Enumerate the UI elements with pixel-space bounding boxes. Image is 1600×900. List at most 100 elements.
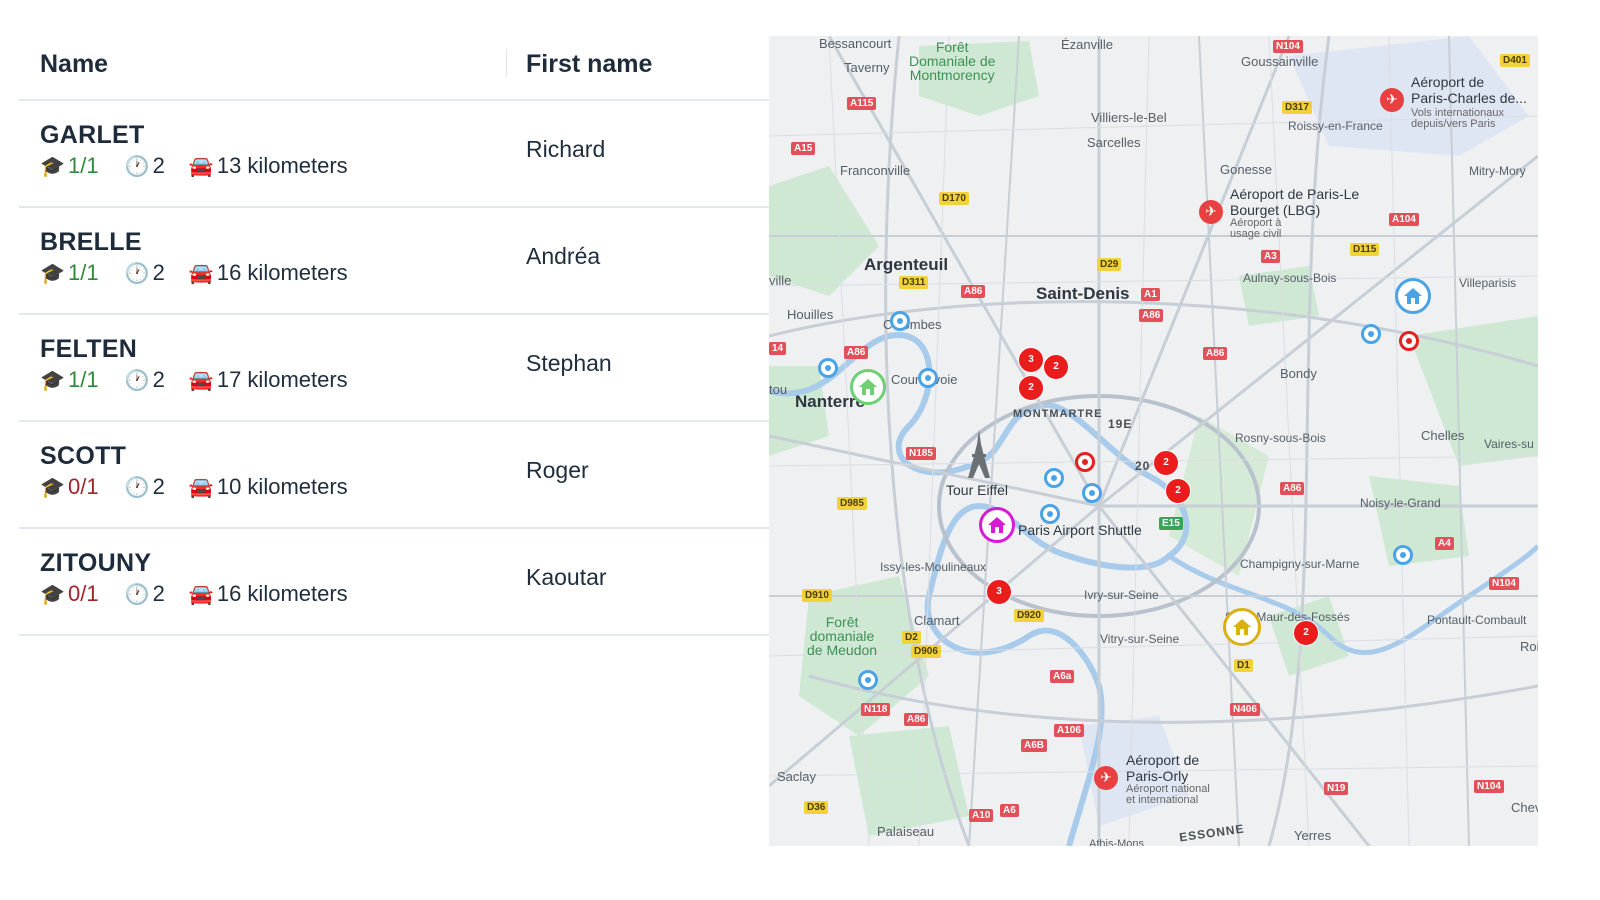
destination-marker[interactable] [1075,452,1095,472]
place-label: ville [769,273,792,288]
distance-value: 13 kilometers [216,153,348,178]
road-shield: D1 [1234,659,1253,672]
table-row[interactable]: ZITOUNY 🎓 0/1 🕐 2 🚘 16 kilometers Kaouta… [19,529,777,636]
road-shield: A86 [1280,482,1305,495]
place-label: Vaires-su [1484,437,1534,451]
clock-icon: 🕐 [124,261,150,285]
home-icon [1233,619,1251,635]
graduation-cap-icon: 🎓 [40,582,65,606]
place-label: Noisy-le-Grand [1360,496,1441,510]
poi-label: Aéroport de Paris-Orly [1126,752,1200,784]
student-marker[interactable] [1361,324,1381,344]
grade-value: 1/1 [68,367,99,392]
column-header-name[interactable]: Name [40,50,108,79]
car-icon: 🚘 [188,261,214,285]
first-name: Roger [526,457,589,483]
road-shield: A86 [1139,309,1164,322]
road-shield: N104 [1273,40,1303,53]
place-label: Mitry-Mory [1469,164,1526,178]
distance-value: 17 kilometers [216,367,348,392]
place-label: Villeparisis [1459,276,1517,290]
student-marker[interactable] [818,358,838,378]
eiffel-tower-icon [968,430,990,478]
poi-sublabel: Vols internationaux depuis/vers Paris [1411,107,1504,130]
table-row[interactable]: BRELLE 🎓 1/1 🕐 2 🚘 16 kilometers Andréa [19,208,777,315]
road-shield: N118 [861,703,891,716]
road-shield: A104 [1389,213,1419,226]
cluster-marker[interactable]: 2 [1293,620,1319,646]
student-marker[interactable] [1082,483,1102,503]
home-icon [859,379,877,395]
wait-value: 2 [152,581,165,606]
place-label: Ézanville [1061,37,1114,52]
cluster-marker[interactable]: 2 [1018,375,1044,401]
forest-label: Forêt Domaniale de Montmorency [909,39,996,83]
road-shield: A86 [904,713,929,726]
cluster-marker[interactable]: 3 [986,579,1012,605]
place-label: Sarcelles [1087,135,1141,150]
forest-label: Forêt domaniale de Meudon [807,614,878,658]
poi-label: Paris Airport Shuttle [1018,522,1142,538]
airport-icon[interactable]: ✈ [1094,766,1118,790]
first-name: Kaoutar [526,564,607,590]
student-marker[interactable] [1044,468,1064,488]
road-shield: A86 [961,285,986,298]
home-marker-green[interactable] [850,369,886,405]
student-marker[interactable] [858,670,878,690]
student-marker[interactable] [890,311,910,331]
road-shield: A6 [1000,804,1019,817]
place-label: Saclay [777,769,817,784]
grade-value: 1/1 [68,260,99,285]
place-label: Gonesse [1220,162,1273,177]
destination-marker[interactable] [1399,331,1419,351]
place-label: Goussainville [1241,54,1319,69]
last-name: GARLET [40,121,145,149]
student-marker[interactable] [1393,545,1413,565]
home-marker-blue[interactable] [1395,278,1431,314]
first-name: Stephan [526,350,612,376]
road-shield: N104 [1474,780,1504,793]
cluster-marker[interactable]: 3 [1018,347,1044,373]
last-name: SCOTT [40,442,127,470]
table-row[interactable]: SCOTT 🎓 0/1 🕐 2 🚘 10 kilometers Roger [19,422,777,529]
students-table: Name First name GARLET 🎓 1/1 🕐 2 🚘 13 ki… [19,36,777,636]
place-label: tou [769,382,788,397]
road-shield: D910 [802,589,832,602]
wait-value: 2 [152,474,165,499]
road-shield: D920 [1014,609,1044,622]
place-label: Taverny [844,60,890,75]
road-shield: N185 [906,447,936,460]
table-row[interactable]: FELTEN 🎓 1/1 🕐 2 🚘 17 kilometers Stephan [19,315,777,422]
graduation-cap-icon: 🎓 [40,368,65,392]
row-meta: 🎓 0/1 🕐 2 🚘 10 kilometers [40,474,348,500]
last-name: FELTEN [40,335,138,363]
home-marker-gold[interactable] [1223,608,1261,646]
place-label: Saint-Denis [1036,284,1130,303]
airport-icon[interactable]: ✈ [1199,200,1223,224]
place-label: Ivry-sur-Seine [1084,588,1159,602]
road-shield: A4 [1435,537,1454,550]
road-shield: D170 [939,192,969,205]
place-label: Clamart [914,613,960,628]
cluster-marker[interactable]: 2 [1165,478,1191,504]
road-shield: A3 [1261,250,1280,263]
column-header-first-name[interactable]: First name [526,50,652,79]
column-divider [506,49,507,77]
place-label: Champigny-sur-Marne [1240,557,1360,571]
place-label: Roissy-en-France [1288,119,1383,133]
place-label: Issy-les-Moulineaux [880,560,987,574]
student-marker[interactable] [1040,504,1060,524]
road-shield: A86 [844,346,869,359]
map[interactable]: Bessancourt Taverny Forêt Domaniale de M… [769,36,1538,846]
home-marker-magenta[interactable] [979,507,1015,543]
road-shield: A10 [969,809,994,822]
student-marker[interactable] [918,368,938,388]
road-shield: A6B [1021,739,1048,752]
table-row[interactable]: GARLET 🎓 1/1 🕐 2 🚘 13 kilometers Richard [19,101,777,208]
place-label: Roi [1520,639,1538,654]
airport-icon[interactable]: ✈ [1380,88,1404,112]
grade-value: 0/1 [68,581,99,606]
cluster-marker[interactable]: 2 [1153,450,1179,476]
cluster-marker[interactable]: 2 [1043,354,1069,380]
district-label: 19E [1108,417,1133,431]
